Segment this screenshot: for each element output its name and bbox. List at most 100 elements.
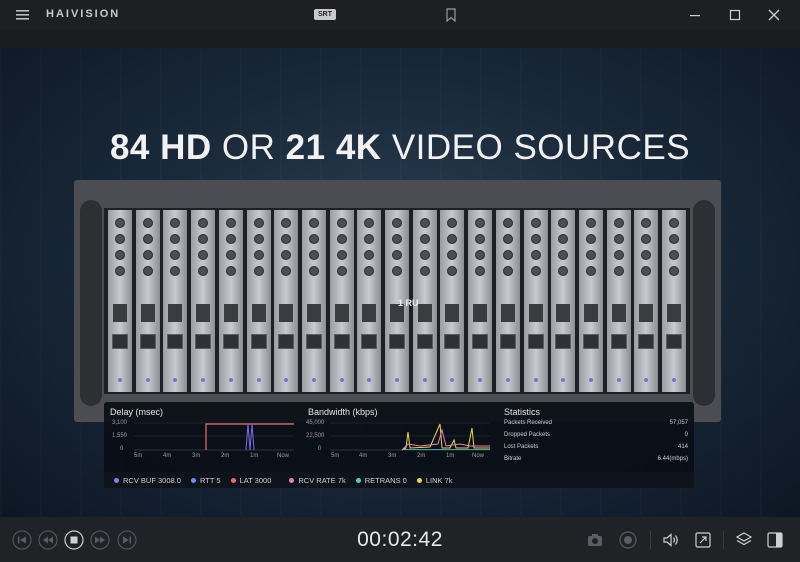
- legend-item: RTT 5: [190, 476, 221, 485]
- status-led: [450, 378, 455, 382]
- stat-value: 414: [677, 444, 688, 450]
- layers-icon[interactable]: [734, 530, 754, 550]
- bnc-connector: [475, 218, 486, 228]
- ethernet-port: [555, 334, 572, 349]
- bnc-connector: [225, 250, 236, 260]
- stat-value: 0: [684, 432, 688, 438]
- bnc-connector: [225, 266, 236, 276]
- ru-label: 1 RU: [398, 298, 419, 308]
- stats-legend: RCV BUF 3008.0 RTT 5 LAT 3000 RCV RATE 7…: [104, 472, 694, 488]
- bnc-connector: [530, 250, 541, 260]
- statistics-title: Statistics: [504, 407, 541, 417]
- stat-label: Lost Packets: [504, 444, 539, 450]
- ethernet-port: [389, 334, 405, 349]
- bnc-connector: [225, 234, 236, 244]
- delay-ytick: 3,100: [112, 420, 128, 426]
- ethernet-port: [582, 334, 599, 349]
- rack-chassis: 1 RU: [74, 180, 721, 422]
- bookmark-icon[interactable]: [444, 7, 458, 23]
- rack-card: [440, 210, 465, 392]
- legend-dot: [114, 477, 119, 483]
- bnc-connector: [419, 250, 430, 260]
- rack-card: [135, 210, 160, 392]
- video-viewport[interactable]: 84 HD OR 21 4K VIDEO SOURCES 1 RU Delay …: [0, 48, 800, 517]
- headline-or: OR: [221, 128, 276, 167]
- close-icon[interactable]: [764, 5, 784, 25]
- sfp-port: [445, 304, 460, 322]
- bnc-connector: [558, 250, 569, 260]
- status-led: [561, 378, 566, 382]
- sidebar-toggle-icon[interactable]: [765, 530, 785, 550]
- bnc-connector: [641, 234, 652, 244]
- sfp-port: [334, 304, 349, 322]
- bandwidth-title: Bandwidth (kbps): [308, 407, 378, 417]
- ethernet-port: [112, 334, 128, 349]
- rack-ear-left: [80, 200, 102, 406]
- sfp-port: [639, 304, 654, 322]
- ethernet-port: [361, 334, 378, 349]
- bnc-connector: [142, 266, 153, 276]
- bnc-connector: [142, 218, 153, 228]
- rack-card: [191, 210, 216, 392]
- status-led: [616, 378, 621, 382]
- bandwidth-xtick: 3m: [388, 453, 397, 459]
- bnc-connector: [198, 266, 209, 276]
- app-brand: HAIVISION: [46, 8, 121, 20]
- delay-xtick: 3m: [192, 453, 201, 459]
- record-icon[interactable]: [618, 530, 638, 550]
- hamburger-menu-icon[interactable]: [14, 7, 34, 23]
- bnc-connector: [115, 250, 125, 260]
- bnc-connector: [392, 234, 402, 244]
- sfp-port: [168, 304, 183, 322]
- minimize-icon[interactable]: [685, 5, 705, 25]
- status-led: [284, 378, 289, 382]
- rack-card: [523, 210, 548, 392]
- sfp-port: [196, 304, 211, 322]
- sfp-port: [223, 304, 238, 322]
- rack-ear-right: [693, 200, 715, 406]
- bnc-connector: [281, 250, 292, 260]
- sfp-port: [473, 304, 488, 322]
- volume-icon[interactable]: [661, 530, 681, 550]
- status-led: [672, 378, 676, 382]
- headline-number-hd: 84: [109, 128, 150, 167]
- bnc-connector: [585, 250, 596, 260]
- bnc-connector: [392, 218, 402, 228]
- bnc-connector: [170, 250, 181, 260]
- sfp-port: [583, 304, 598, 322]
- status-led: [201, 378, 206, 382]
- rack-card: [329, 210, 354, 392]
- status-led: [478, 378, 483, 382]
- bnc-connector: [392, 250, 402, 260]
- legend-label: RETRANS 0: [364, 475, 407, 485]
- fullscreen-icon[interactable]: [693, 530, 713, 550]
- status-led: [228, 378, 233, 382]
- snapshot-camera-icon[interactable]: [585, 530, 605, 550]
- legend-item: LAT 3000: [230, 476, 271, 485]
- stat-value: 57,057: [669, 420, 688, 426]
- status-led: [505, 378, 510, 382]
- stat-value: 6.44(mbps): [657, 456, 688, 462]
- maximize-icon[interactable]: [725, 5, 745, 25]
- sfp-port: [556, 304, 571, 322]
- bnc-connector: [447, 266, 458, 276]
- bnc-connector: [475, 266, 486, 276]
- bnc-connector: [502, 250, 513, 260]
- bnc-connector: [613, 234, 624, 244]
- delay-xtick: 2m: [221, 453, 230, 459]
- bnc-connector: [585, 266, 596, 276]
- ethernet-port: [638, 334, 655, 349]
- stat-row: Dropped Packets 0: [504, 432, 688, 438]
- bnc-connector: [585, 218, 596, 228]
- legend-dot: [230, 477, 236, 483]
- bnc-connector: [364, 234, 375, 244]
- bandwidth-ytick: 22,500: [306, 433, 325, 439]
- rack-card: [495, 210, 520, 392]
- ethernet-port: [444, 334, 461, 349]
- legend-dot: [416, 477, 422, 483]
- bandwidth-ytick: 0: [318, 446, 322, 452]
- bnc-connector: [669, 266, 679, 276]
- bnc-connector: [558, 234, 569, 244]
- sfp-port: [113, 304, 127, 322]
- bnc-connector: [447, 234, 458, 244]
